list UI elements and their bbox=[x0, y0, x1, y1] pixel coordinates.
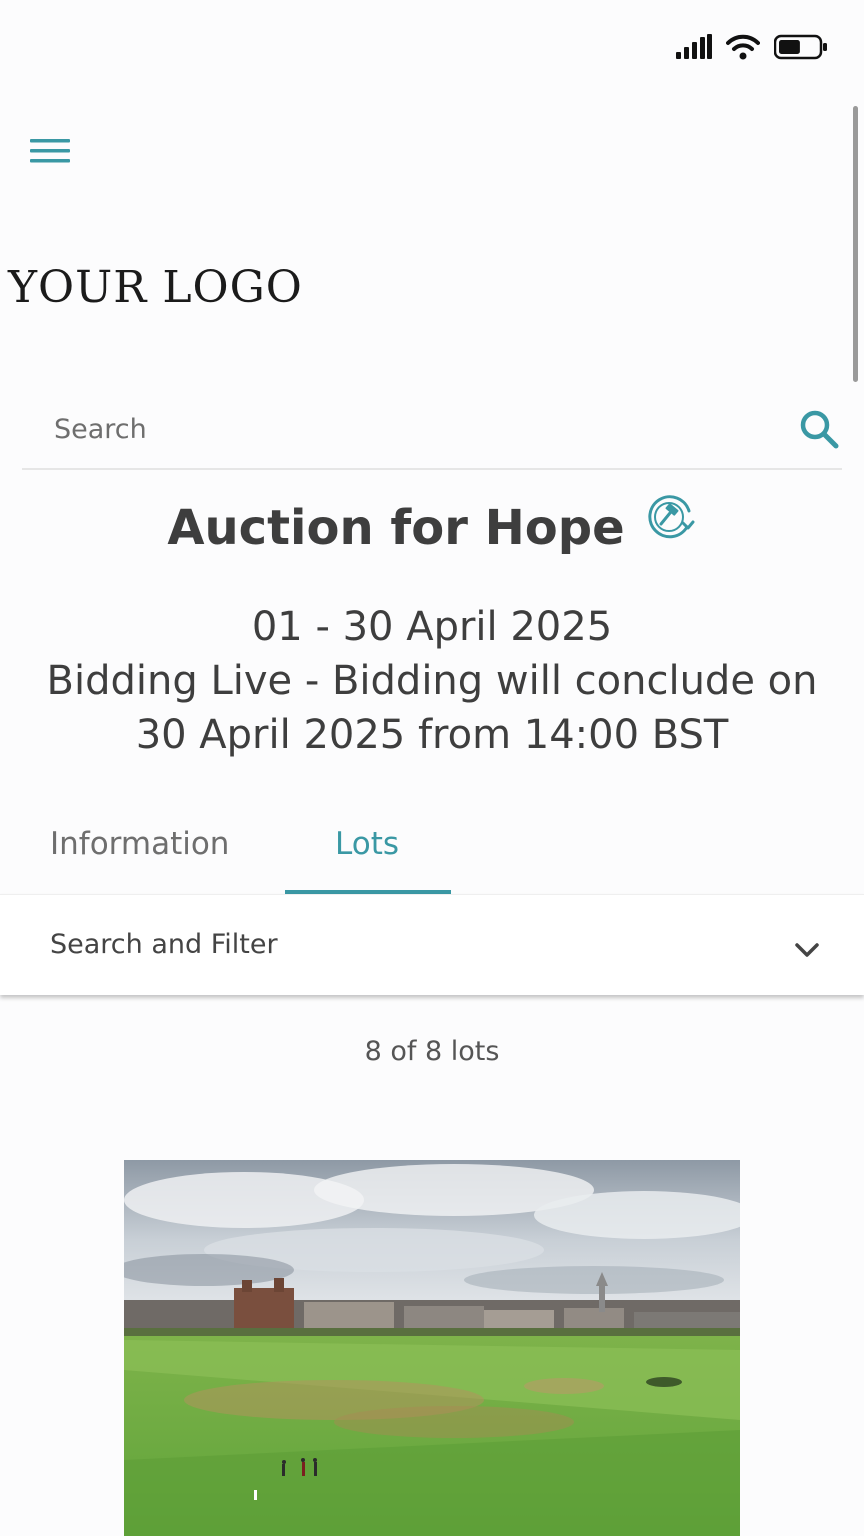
auction-status: Bidding Live - Bidding will conclude on … bbox=[0, 654, 864, 762]
lot-image[interactable] bbox=[124, 1160, 740, 1536]
auction-status-line-2: 30 April 2025 from 14:00 BST bbox=[135, 712, 729, 758]
auction-status-line-1: Bidding Live - Bidding will conclude on bbox=[46, 658, 818, 704]
search-filter-panel[interactable]: Search and Filter bbox=[0, 894, 864, 995]
auction-header: Auction for Hope bbox=[0, 495, 864, 556]
battery-icon bbox=[774, 34, 827, 60]
wifi-icon bbox=[726, 34, 760, 60]
tab-lots[interactable]: Lots bbox=[335, 826, 399, 862]
scrollbar-thumb[interactable] bbox=[853, 106, 858, 382]
search-bar bbox=[22, 392, 842, 470]
lot-count: 8 of 8 lots bbox=[364, 1036, 500, 1067]
tab-information[interactable]: Information bbox=[50, 826, 229, 862]
search-icon[interactable] bbox=[798, 408, 842, 452]
search-input[interactable] bbox=[52, 408, 756, 450]
auction-dates: 01 - 30 April 2025 bbox=[251, 604, 613, 650]
chevron-down-icon[interactable] bbox=[794, 941, 820, 959]
signal-bars-icon bbox=[676, 34, 712, 59]
status-bar bbox=[676, 34, 828, 60]
logo[interactable]: YOUR LOGO bbox=[8, 262, 303, 313]
battery-fill bbox=[779, 40, 800, 54]
golf-course-photo bbox=[124, 1160, 740, 1536]
auction-gavel-refresh-icon bbox=[648, 495, 695, 539]
hamburger-menu-icon[interactable] bbox=[30, 136, 70, 166]
page: YOUR LOGO Auction for Hope 01 - 30 April… bbox=[0, 0, 864, 1536]
auction-title: Auction for Hope bbox=[167, 500, 625, 556]
search-filter-label: Search and Filter bbox=[50, 929, 278, 960]
